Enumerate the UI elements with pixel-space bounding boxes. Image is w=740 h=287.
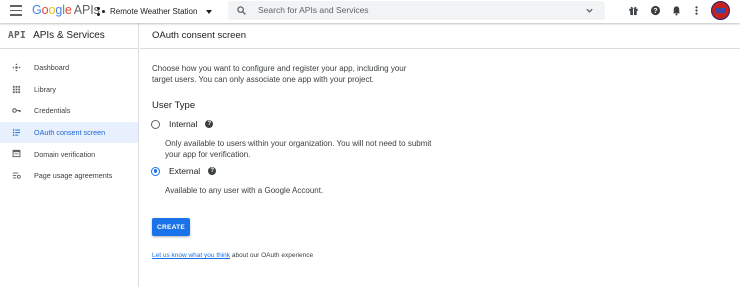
- menu-icon[interactable]: [10, 5, 22, 17]
- sidebar: API APIs & Services Dashboard Library Cr…: [0, 23, 139, 287]
- internal-radio[interactable]: [151, 119, 160, 129]
- gift-icon[interactable]: [628, 5, 639, 16]
- logo-google: Google: [32, 3, 72, 17]
- svg-text:?: ?: [653, 8, 657, 15]
- sidebar-item-library[interactable]: Library: [0, 79, 138, 101]
- domain-icon: [12, 150, 21, 158]
- dropdown-caret-icon: [206, 9, 213, 14]
- consent-icon: [12, 129, 21, 136]
- dashboard-icon: [12, 63, 21, 72]
- feedback-link[interactable]: Let us know what you think: [152, 252, 230, 259]
- option-external[interactable]: External ?: [151, 166, 217, 176]
- sidebar-item-label: Page usage agreements: [34, 171, 113, 181]
- sidebar-item-label: Dashboard: [34, 63, 70, 73]
- google-apis-logo[interactable]: Google APIs: [32, 3, 100, 17]
- top-app-bar: Google APIs Remote Weather Station Search…: [0, 0, 740, 23]
- more-vert-icon[interactable]: [691, 5, 702, 16]
- external-description: Available to any user with a Google Acco…: [165, 186, 324, 195]
- help-icon[interactable]: ?: [208, 167, 217, 175]
- settings-list-icon: [12, 172, 21, 179]
- intro-text: Choose how you want to configure and reg…: [152, 64, 407, 84]
- main-content: OAuth consent screen Choose how you want…: [140, 23, 740, 287]
- sidebar-item-credentials[interactable]: Credentials: [0, 100, 138, 122]
- option-internal[interactable]: Internal ?: [151, 119, 214, 129]
- page-header: OAuth consent screen: [140, 23, 740, 49]
- api-badge: API: [8, 30, 27, 41]
- key-icon: [12, 108, 21, 114]
- sidebar-item-label: Domain verification: [34, 149, 96, 159]
- library-icon: [12, 85, 21, 93]
- user-type-heading: User Type: [152, 100, 196, 111]
- help-icon[interactable]: ?: [650, 5, 661, 16]
- logo-apis: APIs: [73, 3, 100, 17]
- internal-description: Only available to users within your orga…: [165, 139, 432, 159]
- project-name: Remote Weather Station: [110, 7, 198, 16]
- sidebar-item-label: OAuth consent screen: [34, 128, 106, 138]
- page-title: OAuth consent screen: [152, 30, 246, 41]
- search-placeholder: Search for APIs and Services: [258, 5, 369, 15]
- sidebar-item-domain-verification[interactable]: Domain verification: [0, 143, 138, 165]
- sidebar-item-page-usage-agreements[interactable]: Page usage agreements: [0, 165, 138, 187]
- create-button[interactable]: CREATE: [152, 218, 190, 236]
- feedback-text: about our OAuth experience: [230, 252, 314, 259]
- search-bar[interactable]: Search for APIs and Services: [228, 1, 605, 20]
- project-icon: [97, 7, 106, 16]
- sidebar-item-label: Credentials: [34, 106, 71, 116]
- avatar[interactable]: [711, 1, 730, 20]
- sidebar-header: API APIs & Services: [0, 23, 138, 49]
- sidebar-nav: Dashboard Library Credentials OAuth cons…: [0, 57, 138, 187]
- notifications-icon[interactable]: [671, 5, 682, 16]
- help-icon[interactable]: ?: [205, 120, 214, 128]
- external-radio[interactable]: [151, 166, 160, 176]
- internal-label[interactable]: Internal: [169, 119, 197, 129]
- external-label[interactable]: External: [169, 166, 200, 176]
- project-selector[interactable]: Remote Weather Station: [97, 4, 213, 19]
- sidebar-title: APIs & Services: [33, 30, 105, 41]
- chevron-down-icon[interactable]: [585, 6, 594, 15]
- sidebar-item-label: Library: [34, 84, 56, 94]
- sidebar-item-oauth-consent-screen[interactable]: OAuth consent screen: [0, 121, 138, 144]
- feedback-line: Let us know what you think about our OAu…: [152, 252, 313, 259]
- search-icon: [237, 6, 246, 15]
- sidebar-item-dashboard[interactable]: Dashboard: [0, 57, 138, 79]
